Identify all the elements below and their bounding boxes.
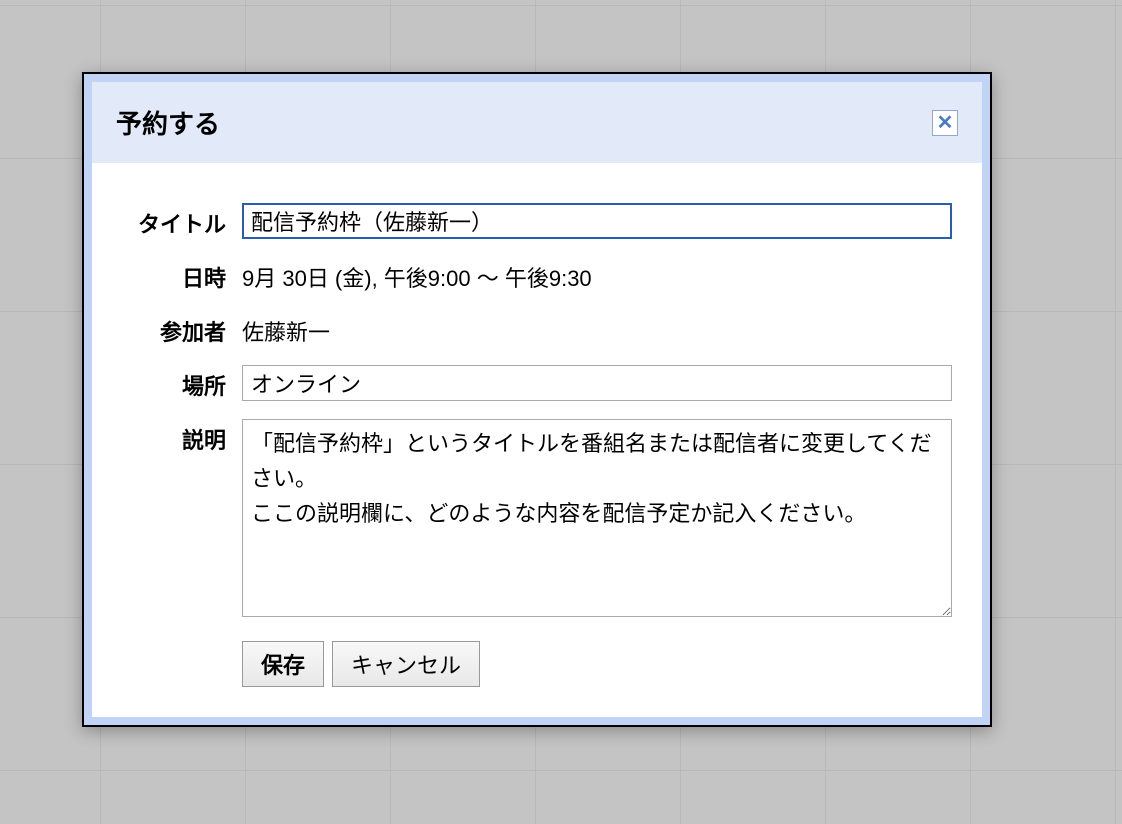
attendee-label: 参加者 — [122, 311, 242, 347]
datetime-value: 9月 30日 (金), 午後9:00 〜 午後9:30 — [242, 257, 952, 293]
datetime-label: 日時 — [122, 257, 242, 293]
title-input[interactable] — [242, 203, 952, 239]
title-label: タイトル — [122, 203, 242, 239]
cancel-button[interactable]: キャンセル — [332, 641, 480, 687]
dialog-title: 予約する — [116, 104, 220, 141]
location-input[interactable] — [242, 365, 952, 401]
save-button[interactable]: 保存 — [242, 641, 324, 687]
description-textarea[interactable] — [242, 419, 952, 617]
close-button[interactable]: ✕ — [932, 110, 958, 136]
close-icon: ✕ — [937, 113, 954, 133]
location-label: 場所 — [122, 365, 242, 401]
dialog-header: 予約する ✕ — [92, 82, 982, 163]
dialog-body: タイトル 日時 9月 30日 (金), 午後9:00 〜 午後9:30 参加者 … — [92, 163, 982, 717]
booking-dialog: 予約する ✕ タイトル 日時 9月 30日 (金), 午後9:00 〜 午後9:… — [82, 72, 992, 727]
attendee-value: 佐藤新一 — [242, 311, 952, 347]
description-label: 説明 — [122, 419, 242, 455]
